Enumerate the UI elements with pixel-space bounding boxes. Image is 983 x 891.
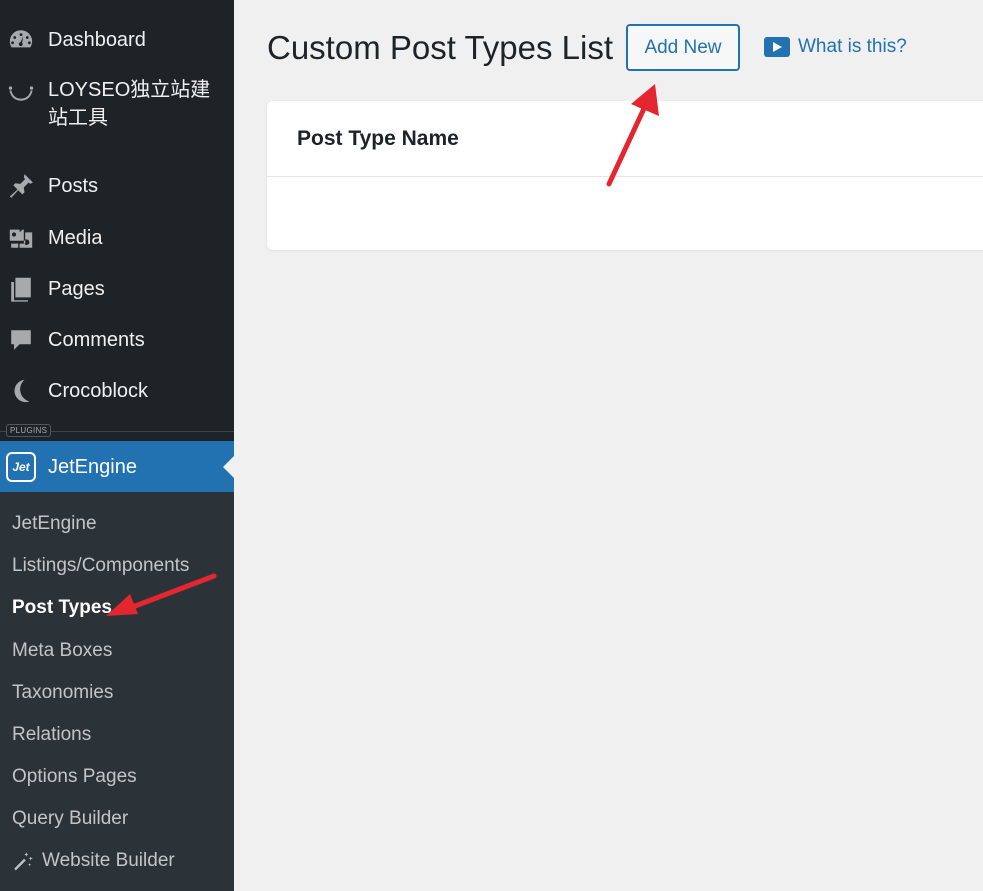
- what-is-this-label: What is this?: [798, 36, 907, 57]
- sidebar-item-label: Pages: [48, 278, 105, 300]
- sidebar-item-label: Posts: [48, 175, 99, 197]
- play-video-icon: [764, 37, 790, 57]
- crocoblock-icon: [6, 376, 36, 406]
- sidebar-item-crocoblock[interactable]: Crocoblock: [0, 373, 234, 409]
- column-header-post-type-name: Post Type Name: [297, 126, 459, 150]
- submenu-item-relations[interactable]: Relations: [12, 723, 91, 747]
- add-new-button[interactable]: Add New: [626, 24, 740, 71]
- smile-icon: [6, 78, 36, 108]
- sidebar-item-comments[interactable]: Comments: [0, 322, 234, 358]
- post-types-table: Post Type Name: [267, 101, 983, 250]
- sidebar-item-dashboard[interactable]: Dashboard: [0, 22, 234, 58]
- sidebar-item-label: Media: [48, 227, 103, 249]
- sidebar-item-jetengine[interactable]: Jet JetEngine: [0, 441, 234, 492]
- sidebar-item-label: Dashboard: [48, 29, 146, 51]
- submenu-item-query-builder[interactable]: Query Builder: [12, 807, 128, 831]
- submenu-item-jetengine[interactable]: JetEngine: [12, 512, 97, 536]
- admin-sidebar: Dashboard LOYSEO独立站建站工具 Posts Media Page…: [0, 0, 234, 891]
- submenu-item-options-pages[interactable]: Options Pages: [12, 765, 137, 789]
- jetengine-logo-icon: Jet: [6, 451, 36, 482]
- sidebar-item-label: Crocoblock: [48, 380, 149, 402]
- current-menu-pointer: [223, 456, 234, 478]
- sidebar-item-media[interactable]: Media: [0, 220, 234, 256]
- sidebar-item-label: LOYSEO独立站建站工具: [48, 79, 211, 129]
- pin-icon: [6, 171, 36, 201]
- submenu-item-website-builder[interactable]: Website Builder: [12, 849, 175, 873]
- media-icon: [6, 223, 36, 253]
- magic-wand-icon: [14, 852, 33, 871]
- page-title: Custom Post Types List: [267, 29, 614, 66]
- submenu-item-meta-boxes[interactable]: Meta Boxes: [12, 639, 112, 663]
- submenu-item-post-types[interactable]: Post Types: [12, 596, 112, 620]
- plugins-section-label: PLUGINS: [6, 424, 52, 437]
- submenu-item-taxonomies[interactable]: Taxonomies: [12, 681, 113, 705]
- sidebar-item-pages[interactable]: Pages: [0, 271, 234, 307]
- submenu-item-listings[interactable]: Listings/Components: [12, 554, 189, 578]
- dashboard-icon: [6, 25, 36, 55]
- pages-icon: [6, 274, 36, 304]
- submenu-item-label: Website Builder: [42, 850, 175, 871]
- what-is-this-link[interactable]: What is this?: [764, 36, 907, 58]
- sidebar-item-label: JetEngine: [48, 455, 137, 478]
- table-body: [267, 177, 983, 249]
- table-header: Post Type Name: [267, 101, 983, 177]
- jetengine-submenu: JetEngine Listings/Components Post Types…: [0, 492, 234, 891]
- comments-icon: [6, 325, 36, 355]
- sidebar-item-label: Comments: [48, 329, 145, 351]
- sidebar-item-posts[interactable]: Posts: [0, 168, 234, 204]
- sidebar-item-loyseo[interactable]: LOYSEO独立站建站工具: [0, 76, 234, 134]
